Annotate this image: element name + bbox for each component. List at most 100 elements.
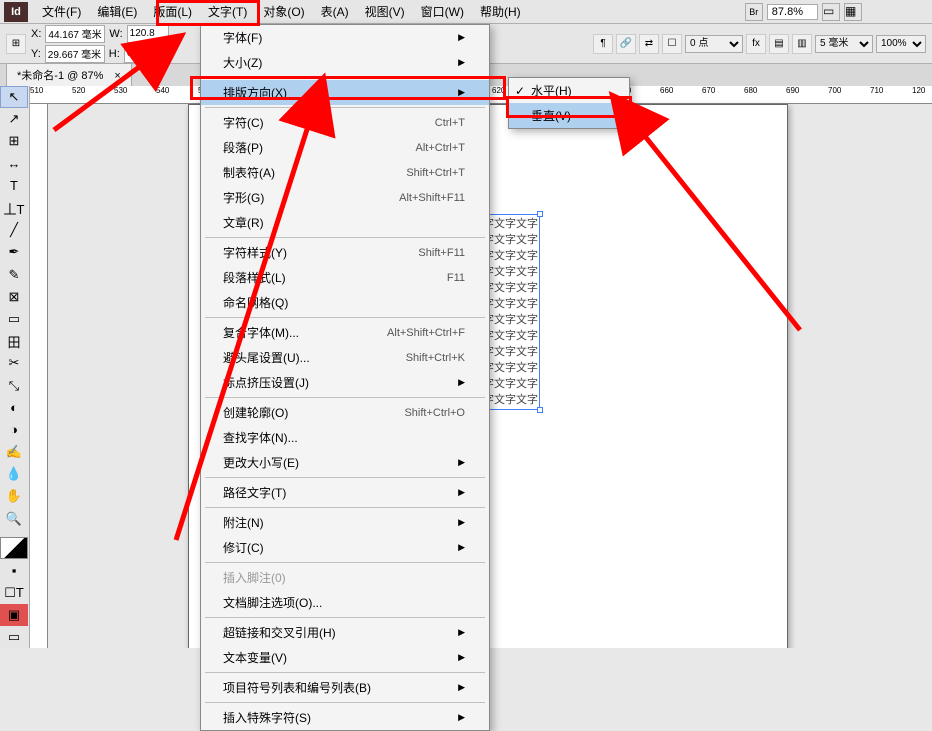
rectangle-tool[interactable]: ▭	[0, 308, 28, 330]
ruler-tick: 710	[870, 86, 883, 95]
fill-stroke-swatch[interactable]	[0, 537, 28, 559]
menu-type[interactable]: 文字(T)	[200, 0, 255, 23]
menu-item-U[interactable]: 避头尾设置(U)...Shift+Ctrl+K	[201, 345, 489, 370]
gradient-swatch-tool[interactable]: ◐	[0, 397, 28, 419]
menu-item-label: 文章(R)	[223, 214, 264, 231]
menu-view[interactable]: 视图(V)	[357, 0, 413, 23]
w-input[interactable]	[127, 25, 169, 43]
menu-item-label: 字形(G)	[223, 189, 264, 206]
line-tool[interactable]: ╱	[0, 219, 28, 241]
flip-icon[interactable]: ⇄	[639, 34, 659, 54]
menu-item-O[interactable]: 文档脚注选项(O)...	[201, 590, 489, 615]
free-transform-tool[interactable]: ⤡	[0, 374, 28, 396]
menu-item-E[interactable]: 更改大小写(E)▶	[201, 450, 489, 475]
ruler-tick: 690	[786, 86, 799, 95]
menu-item-A[interactable]: 制表符(A)Shift+Ctrl+T	[201, 160, 489, 185]
menu-item-N[interactable]: 查找字体(N)...	[201, 425, 489, 450]
menu-item-Q[interactable]: 命名网格(Q)	[201, 290, 489, 315]
stroke-icon[interactable]: ☐	[662, 34, 682, 54]
hand-tool[interactable]: ✋	[0, 485, 28, 507]
submenu-item-V[interactable]: 垂直(V)	[509, 103, 629, 128]
menu-item-C[interactable]: 修订(C)▶	[201, 535, 489, 560]
menu-item-label: 项目符号列表和编号列表(B)	[223, 679, 371, 696]
ruler-tick: 700	[828, 86, 841, 95]
y-input[interactable]	[45, 45, 105, 63]
menu-item-label: 复合字体(M)...	[223, 324, 299, 341]
type-tool[interactable]: T	[0, 175, 28, 197]
menu-item-R[interactable]: 文章(R)	[201, 210, 489, 235]
menu-item-F[interactable]: 字体(F)▶	[201, 25, 489, 50]
rectangle-frame-tool[interactable]: ⊠	[0, 286, 28, 308]
stroke-weight[interactable]: 0 点	[685, 35, 743, 53]
menu-layout[interactable]: 版面(L)	[145, 0, 200, 23]
align-icon[interactable]: ▤	[769, 34, 789, 54]
menu-item-B[interactable]: 项目符号列表和编号列表(B)▶	[201, 675, 489, 700]
menu-item-M[interactable]: 复合字体(M)...Alt+Shift+Ctrl+F	[201, 320, 489, 345]
pen-tool[interactable]: ✒	[0, 241, 28, 263]
grid-tool[interactable]: 田	[0, 330, 28, 352]
distribute-icon[interactable]: ▥	[792, 34, 812, 54]
menu-table[interactable]: 表(A)	[313, 0, 357, 23]
h-label: H:	[109, 48, 120, 60]
menu-object[interactable]: 对象(O)	[255, 0, 312, 23]
submenu-arrow-icon: ▶	[458, 32, 465, 43]
pencil-tool[interactable]: ✎	[0, 264, 28, 286]
preview-mode-icon[interactable]: ▭	[0, 626, 28, 648]
arrange-icon[interactable]: ▦	[844, 3, 862, 21]
menu-item-Y[interactable]: 字符样式(Y)Shift+F11	[201, 240, 489, 265]
link-icon[interactable]: 🔗	[616, 34, 636, 54]
zoom-value[interactable]: 87.8%	[767, 4, 818, 20]
h-input[interactable]	[124, 45, 166, 63]
shortcut-label: Shift+Ctrl+K	[406, 352, 465, 364]
submenu-arrow-icon: ▶	[458, 517, 465, 528]
size-dropdown[interactable]: 5 毫米	[815, 35, 873, 53]
selection-tool[interactable]: ↖	[0, 86, 28, 108]
menu-item-P[interactable]: 段落(P)Alt+Ctrl+T	[201, 135, 489, 160]
type-vertical-tool[interactable]: 丄T	[0, 197, 28, 219]
handle-tr[interactable]	[537, 211, 543, 217]
br-icon[interactable]: Br	[745, 3, 763, 21]
menu-item-O[interactable]: 创建轮廓(O)Shift+Ctrl+O	[201, 400, 489, 425]
menu-item-X[interactable]: 排版方向(X)▶	[201, 80, 489, 105]
menu-edit[interactable]: 编辑(E)	[89, 0, 145, 23]
menu-item-H[interactable]: 超链接和交叉引用(H)▶	[201, 620, 489, 645]
pct-dropdown[interactable]: 100%	[876, 35, 926, 53]
menu-item-S[interactable]: 插入特殊字符(S)▶	[201, 705, 489, 730]
close-icon[interactable]: ×	[114, 70, 120, 82]
reference-point-icon[interactable]: ⊞	[6, 34, 26, 54]
eyedropper-tool[interactable]: 💧	[0, 463, 28, 485]
zoom-tool[interactable]: 🔍	[0, 508, 28, 530]
shortcut-label: Shift+Ctrl+O	[404, 407, 465, 419]
menu-window[interactable]: 窗口(W)	[413, 0, 472, 23]
gradient-feather-tool[interactable]: ◑	[0, 419, 28, 441]
fx-icon[interactable]: fx	[746, 34, 766, 54]
normal-view-icon[interactable]: ▣	[0, 604, 28, 626]
menu-item-J[interactable]: 标点挤压设置(J)▶	[201, 370, 489, 395]
document-tab[interactable]: *未命名-1 @ 87% ×	[6, 63, 132, 86]
menu-item-Z[interactable]: 大小(Z)▶	[201, 50, 489, 75]
page-tool[interactable]: ⊞	[0, 130, 28, 152]
screen-mode-icon[interactable]: ▭	[822, 3, 840, 21]
scissors-tool[interactable]: ✂	[0, 352, 28, 374]
menu-item-L[interactable]: 段落样式(L)F11	[201, 265, 489, 290]
menu-item-G[interactable]: 字形(G)Alt+Shift+F11	[201, 185, 489, 210]
gap-tool[interactable]: ↔	[0, 153, 28, 175]
x-input[interactable]	[45, 25, 105, 43]
apply-color-icon[interactable]: ▪	[0, 559, 28, 581]
canvas[interactable]: 文字文字文字文字文字文字文字 文字文字文字文字文字文字文字 文字文字文字文字文字…	[48, 104, 932, 648]
menu-item-label: 超链接和交叉引用(H)	[223, 624, 336, 641]
menu-item-T[interactable]: 路径文字(T)▶	[201, 480, 489, 505]
note-tool[interactable]: ✍	[0, 441, 28, 463]
menu-item-N[interactable]: 附注(N)▶	[201, 510, 489, 535]
handle-br[interactable]	[537, 407, 543, 413]
menu-file[interactable]: 文件(F)	[34, 0, 89, 23]
paragraph-icon[interactable]: ¶	[593, 34, 613, 54]
menu-help[interactable]: 帮助(H)	[472, 0, 529, 23]
menu-item-label: 路径文字(T)	[223, 484, 286, 501]
menu-item-V[interactable]: 文本变量(V)▶	[201, 645, 489, 670]
formatting-container-icon[interactable]: ☐T	[0, 581, 28, 603]
menu-item-label: 更改大小写(E)	[223, 454, 299, 471]
direct-selection-tool[interactable]: ↗	[0, 108, 28, 130]
menu-item-C[interactable]: 字符(C)Ctrl+T	[201, 110, 489, 135]
submenu-item-H[interactable]: ✓水平(H)	[509, 78, 629, 103]
